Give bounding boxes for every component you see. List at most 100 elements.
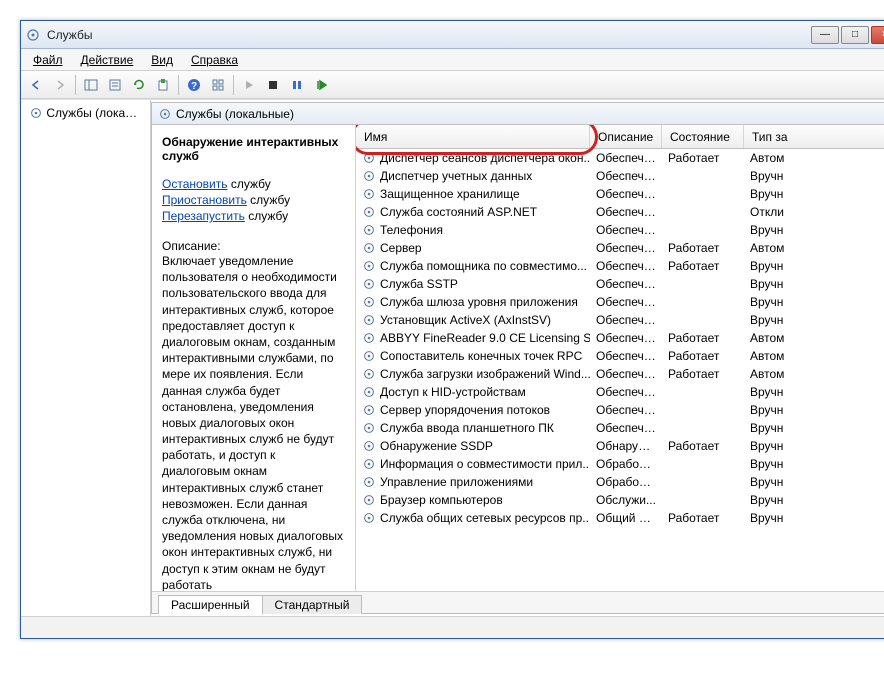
tab-extended[interactable]: Расширенный [158,595,263,614]
service-desc: Обеспечи... [590,241,662,255]
service-type: Вручн [744,511,804,525]
column-header-type[interactable]: Тип за [744,125,884,148]
tree-root-label: Службы (локальны [46,106,146,120]
service-name: Служба SSTP [380,277,458,291]
back-button[interactable] [25,74,47,96]
refresh-button[interactable] [128,74,150,96]
help-button[interactable]: ? [183,74,205,96]
service-name: Служба состояний ASP.NET [380,205,537,219]
gear-icon [362,511,376,525]
service-type: Вручн [744,223,804,237]
service-row[interactable]: Сервер Обеспечи...РаботаетАвтом [356,239,884,257]
service-type: Вручн [744,403,804,417]
service-type: Вручн [744,421,804,435]
service-type: Вручн [744,187,804,201]
service-name: Диспетчер сеансов диспетчера окон... [380,151,590,165]
tree-root-item[interactable]: Службы (локальны [25,104,146,122]
service-desc: Обеспечи... [590,295,662,309]
service-name: Служба шлюза уровня приложения [380,295,578,309]
toolbar-separator [75,75,76,95]
pause-service-button[interactable] [286,74,308,96]
stop-icon [267,79,279,91]
menu-view[interactable]: Вид [143,51,181,69]
detail-pane: Обнаружение интерактивных служб Останови… [152,125,356,591]
service-row[interactable]: Информация о совместимости прил...Обрабо… [356,455,884,473]
service-row[interactable]: Служба SSTPОбеспечи...Вручн [356,275,884,293]
window-title: Службы [47,28,811,42]
service-row[interactable]: Браузер компьютеровОбслужи...Вручн [356,491,884,509]
service-name: Браузер компьютеров [380,493,503,507]
service-row[interactable]: Защищенное хранилищеОбеспечи...Вручн [356,185,884,203]
service-desc: Обеспечи... [590,169,662,183]
service-row[interactable]: Служба шлюза уровня приложения Обеспечи..… [356,293,884,311]
stop-service-button[interactable] [262,74,284,96]
service-row[interactable]: Служба помощника по совместимо...Обеспеч… [356,257,884,275]
description-text: Включает уведомление пользователя о необ… [162,253,345,591]
service-name: Сервер [380,241,422,255]
show-hide-tree-button[interactable] [80,74,102,96]
gear-icon [362,403,376,417]
gear-icon [362,205,376,219]
service-row[interactable]: Служба общих сетевых ресурсов пр...Общий… [356,509,884,527]
minimize-button[interactable]: — [811,26,839,44]
service-desc: Обеспечи... [590,259,662,273]
service-row[interactable]: ABBYY FineReader 9.0 CE Licensing Se...О… [356,329,884,347]
tree-pane[interactable]: Службы (локальны [21,100,151,616]
maximize-button[interactable]: □ [841,26,869,44]
properties-button[interactable] [104,74,126,96]
service-row[interactable]: Доступ к HID-устройствамОбеспечи...Вручн [356,383,884,401]
service-desc: Обеспечи... [590,385,662,399]
menu-file[interactable]: Файл [25,51,71,69]
service-state: Работает [662,511,744,525]
service-desc: Обеспечи... [590,151,662,165]
column-header-state[interactable]: Состояние [662,125,744,148]
list-pane: Имя Описание Состояние Тип за Диспетчер … [356,125,884,591]
service-state: Работает [662,241,744,255]
service-row[interactable]: Служба загрузки изображений Wind...Обесп… [356,365,884,383]
restart-service-button[interactable] [310,74,332,96]
service-type: Автом [744,241,804,255]
gear-icon [362,169,376,183]
main-header-label: Службы (локальные) [176,107,294,121]
service-list[interactable]: Диспетчер сеансов диспетчера окон...Обес… [356,149,884,591]
service-type: Вручн [744,169,804,183]
service-row[interactable]: Установщик ActiveX (AxInstSV)Обеспечи...… [356,311,884,329]
help-icon: ? [187,78,201,92]
service-row[interactable]: Диспетчер учетных данных Обеспечи... Вручн [356,167,884,185]
service-desc: Обеспечи... [590,205,662,219]
service-desc: Обеспечи... [590,403,662,417]
service-row[interactable]: ТелефонияОбеспечи...Вручн [356,221,884,239]
service-row[interactable]: Сервер упорядочения потоковОбеспечи...Вр… [356,401,884,419]
restart-service-link[interactable]: Перезапустить [162,209,245,223]
service-name: Сопоставитель конечных точек RPC [380,349,582,363]
svg-text:?: ? [191,81,197,92]
service-type: Автом [744,151,804,165]
column-header-name[interactable]: Имя [356,125,590,148]
column-header-description[interactable]: Описание [590,125,662,148]
properties-icon [108,78,122,92]
menu-action[interactable]: Действие [73,51,142,69]
menu-help[interactable]: Справка [183,51,246,69]
service-row[interactable]: Диспетчер сеансов диспетчера окон...Обес… [356,149,884,167]
service-row[interactable]: Сопоставитель конечных точек RPCОбеспечи… [356,347,884,365]
gear-icon [29,106,43,120]
service-row[interactable]: Служба ввода планшетного ПКОбеспечи...Вр… [356,419,884,437]
export-button[interactable] [152,74,174,96]
titlebar[interactable]: Службы — □ × [21,21,884,49]
service-name: Диспетчер учетных данных [380,169,532,183]
view-button[interactable] [207,74,229,96]
service-row[interactable]: Служба состояний ASP.NETОбеспечи...Откли [356,203,884,221]
stop-service-link[interactable]: Остановить [162,177,228,191]
tab-standard[interactable]: Стандартный [262,595,363,614]
service-row[interactable]: Управление приложениямиОбработк...Вручн [356,473,884,491]
service-row[interactable]: Обнаружение SSDPОбнаруж...РаботаетВручн [356,437,884,455]
stop-rest: службу [228,177,271,191]
service-desc: Обеспечи... [590,313,662,327]
tree-icon [84,78,98,92]
arrow-right-icon [53,78,67,92]
forward-button[interactable] [49,74,71,96]
start-service-button[interactable] [238,74,260,96]
service-state: Работает [662,331,744,345]
pause-service-link[interactable]: Приостановить [162,193,247,207]
close-button[interactable]: × [871,26,884,44]
